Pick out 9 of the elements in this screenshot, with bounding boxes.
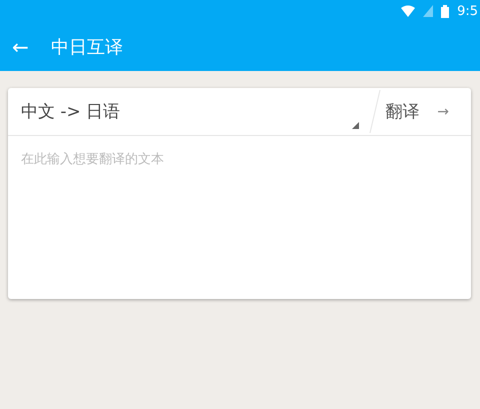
wifi-icon [401,5,416,17]
translate-button[interactable]: 翻译 → [381,88,471,135]
language-dropdown[interactable]: 中文 -> 日语 [8,88,370,135]
signal-icon [423,5,434,17]
app-title: 中日互译 [50,36,123,58]
dropdown-corner-icon [352,122,360,129]
text-input-field[interactable]: 在此输入想要翻译的文本 [8,136,471,299]
status-time: 9:5 [457,4,478,18]
battery-icon [441,4,450,18]
